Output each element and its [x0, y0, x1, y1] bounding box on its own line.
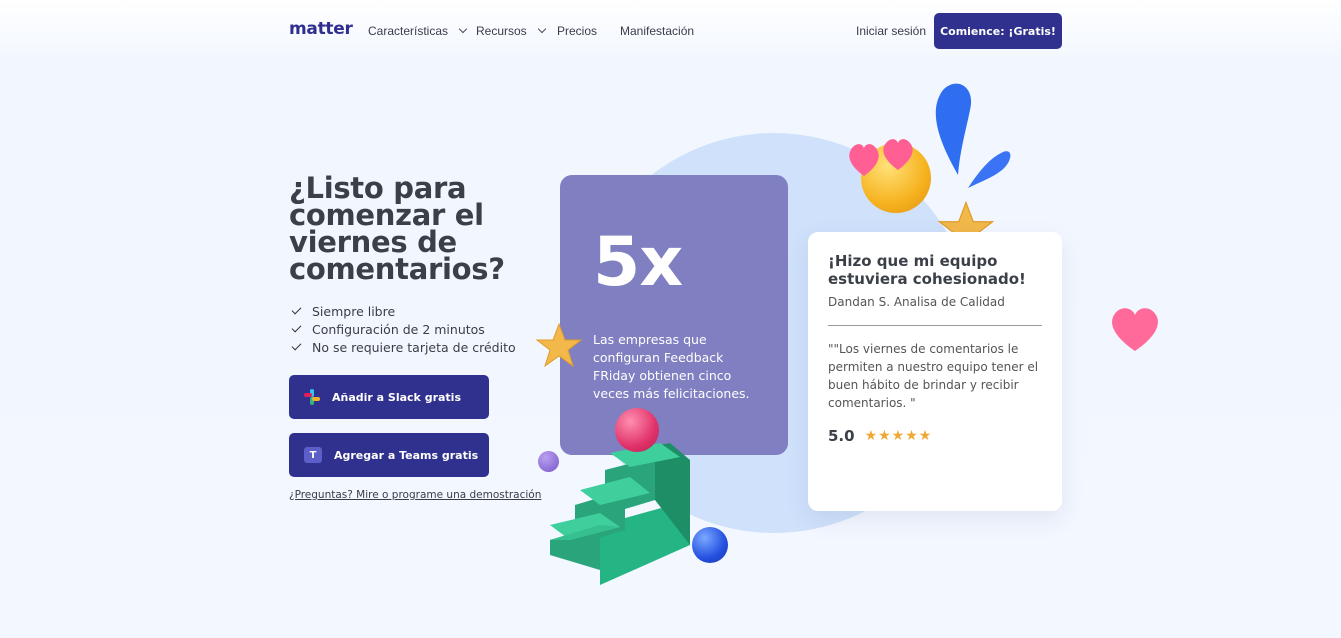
heart-icon — [1112, 308, 1158, 351]
testimonial-title: ¡Hizo que mi equipo estuviera cohesionad… — [828, 252, 1026, 288]
nav-caracteristicas[interactable]: Características — [368, 24, 468, 38]
chevron-down-icon — [458, 24, 468, 34]
teams-button-label: Agregar a Teams gratis — [334, 448, 479, 462]
benefits-list: Siempre libre Configuración de 2 minutos… — [291, 302, 516, 356]
stat-value: 5x — [593, 223, 683, 302]
benefit-label: Configuración de 2 minutos — [312, 321, 485, 337]
testimonial-author: Dandan S. Analisa de Calidad — [828, 295, 1005, 309]
benefit-label: Siempre libre — [312, 303, 396, 319]
pink-ball — [615, 408, 659, 452]
benefit-item: No se requiere tarjeta de crédito — [291, 338, 516, 356]
teams-icon: T — [304, 447, 322, 463]
blue-drops-icon — [935, 83, 1011, 188]
hero-headline: ¿Listo para comenzar el viernes de comen… — [289, 171, 505, 286]
nav-label: Precios — [557, 24, 598, 38]
stat-description: Las empresas que configuran Feedback FRi… — [593, 332, 750, 401]
testimonial-card: ¡Hizo que mi equipo estuviera cohesionad… — [808, 232, 1062, 511]
start-free-button[interactable]: Comience: ¡Gratis! — [934, 13, 1062, 49]
check-icon — [291, 322, 302, 333]
add-to-slack-button[interactable]: Añadir a Slack gratis — [289, 375, 489, 419]
divider — [828, 325, 1042, 326]
nav-manifestacion[interactable]: Manifestación — [620, 24, 694, 38]
benefit-label: No se requiere tarjeta de crédito — [312, 339, 516, 355]
slack-button-label: Añadir a Slack gratis — [332, 390, 461, 404]
slack-icon — [304, 389, 320, 405]
testimonial-quote: ""Los viernes de comentarios le permiten… — [828, 342, 1039, 410]
benefit-item: Configuración de 2 minutos — [291, 320, 516, 338]
rating-stars-icon: ★★★★★ — [864, 428, 933, 444]
demo-link[interactable]: ¿Preguntas? Mire o programe una demostra… — [289, 489, 541, 501]
add-to-teams-button[interactable]: T Agregar a Teams gratis — [289, 433, 489, 477]
nav-label: Recursos — [476, 24, 527, 38]
nav-recursos[interactable]: Recursos — [476, 24, 546, 38]
nav-precios[interactable]: Precios — [557, 24, 597, 38]
blue-ball — [692, 527, 728, 563]
matter-logo[interactable]: matter — [289, 19, 353, 39]
benefit-item: Siempre libre — [291, 302, 516, 320]
purple-ball — [538, 451, 559, 472]
heart-icon — [849, 139, 913, 176]
rating-score: 5.0 — [828, 427, 855, 445]
rating: 5.0 ★★★★★ — [828, 427, 932, 445]
nav-label: Características — [368, 24, 449, 38]
check-icon — [291, 304, 302, 315]
top-navbar: matter Características Recursos Precios … — [0, 0, 1341, 62]
star-icon — [535, 322, 583, 368]
check-icon — [291, 340, 302, 351]
login-link[interactable]: Iniciar sesión — [856, 24, 926, 38]
chevron-down-icon — [537, 24, 546, 34]
nav-label: Manifestación — [620, 24, 695, 38]
